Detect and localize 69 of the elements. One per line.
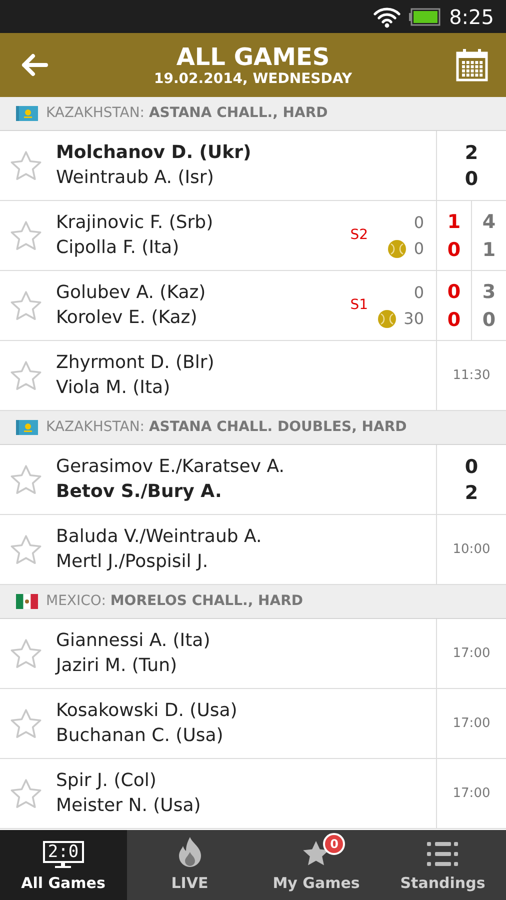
start-time: 17:00 xyxy=(452,714,490,733)
tennis-ball-icon xyxy=(378,310,396,328)
tournament-name: KAZAKHSTAN: ASTANA CHALL. DOUBLES, HARD xyxy=(46,418,407,437)
star-icon[interactable] xyxy=(9,290,43,322)
page-title: ALL GAMES xyxy=(176,42,330,70)
start-time: 10:00 xyxy=(452,540,490,559)
calendar-icon xyxy=(456,48,488,82)
star-icon[interactable] xyxy=(9,464,43,496)
star-icon[interactable] xyxy=(9,220,43,252)
set-score: 0 xyxy=(482,308,496,330)
player-name: Gerasimov E./Karatsev A. xyxy=(56,456,286,478)
star-icon[interactable] xyxy=(9,360,43,392)
player-name: Giannessi A. (Ita) xyxy=(56,630,212,652)
game-points: 30 xyxy=(404,308,424,330)
player-name: Golubev A. (Kaz) xyxy=(56,282,207,304)
flame-icon xyxy=(176,836,203,868)
player-name: Kosakowski D. (Usa) xyxy=(56,700,238,722)
player-name: Korolev E. (Kaz) xyxy=(56,307,198,329)
star-icon[interactable] xyxy=(9,534,43,566)
player-name: Weintraub A. (Isr) xyxy=(56,167,215,189)
flag-icon xyxy=(16,420,38,435)
set-label: S2 xyxy=(350,226,368,245)
start-time: 17:00 xyxy=(452,644,490,663)
set-score: 0 xyxy=(464,456,478,478)
tournament-name: MEXICO: MORELOS CHALL., HARD xyxy=(46,592,303,611)
star-icon[interactable] xyxy=(9,638,43,670)
set-score: 4 xyxy=(482,210,496,232)
set-score: 0 xyxy=(464,168,478,190)
clock: 8:25 xyxy=(449,4,494,30)
star-icon[interactable] xyxy=(9,150,43,182)
player-name: Cipolla F. (Ita) xyxy=(56,237,180,259)
player-name: Mertl J./Pospisil J. xyxy=(56,551,210,573)
tennis-ball-icon xyxy=(388,240,406,258)
player-name: Zhyrmont D. (Blr) xyxy=(56,352,216,374)
current-set-score: 0 xyxy=(447,238,461,260)
flag-icon xyxy=(16,106,38,121)
wifi-icon xyxy=(373,6,402,28)
game-points: 0 xyxy=(414,238,424,260)
start-time: 11:30 xyxy=(452,366,490,385)
player-name: Betov S./Bury A. xyxy=(56,481,223,503)
player-name: Meister N. (Usa) xyxy=(56,795,202,817)
flag-icon xyxy=(16,594,38,609)
tournament-name: KAZAKHSTAN: ASTANA CHALL., HARD xyxy=(46,104,328,123)
current-set-score: 0 xyxy=(447,308,461,330)
set-label: S1 xyxy=(350,296,368,315)
ranked-list-icon xyxy=(426,840,460,868)
player-name: Baluda V./Weintraub A. xyxy=(56,526,263,548)
start-time: 17:00 xyxy=(452,784,490,803)
current-set-score: 1 xyxy=(447,210,461,232)
set-score: 3 xyxy=(482,280,496,302)
current-set-score: 0 xyxy=(447,280,461,302)
player-name: Viola M. (Ita) xyxy=(56,377,172,399)
date-subtitle: 19.02.2014, WEDNESDAY xyxy=(154,70,352,88)
star-icon[interactable] xyxy=(9,778,43,810)
set-score: 2 xyxy=(464,482,478,504)
player-name: Molchanov D. (Ukr) xyxy=(56,142,252,164)
star-icon[interactable] xyxy=(9,708,43,740)
game-points: 0 xyxy=(414,282,424,304)
player-name: Krajinovic F. (Srb) xyxy=(56,212,214,234)
back-arrow-icon xyxy=(20,53,48,77)
player-name: Jaziri M. (Tun) xyxy=(56,655,178,677)
count-badge: 0 xyxy=(323,832,346,854)
nav-tab[interactable]: 2:0 All Games xyxy=(0,830,126,900)
set-score: 1 xyxy=(482,238,496,260)
player-name: Buchanan C. (Usa) xyxy=(56,725,224,747)
game-points: 0 xyxy=(414,212,424,234)
player-name: Spir J. (Col) xyxy=(56,770,158,792)
battery-icon xyxy=(409,8,442,26)
set-score: 2 xyxy=(464,142,478,164)
